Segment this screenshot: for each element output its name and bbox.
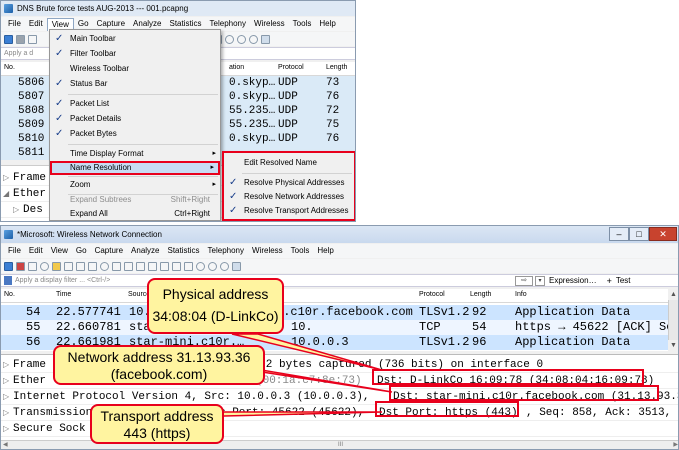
callout-title: Network address 31.13.93.36 — [67, 349, 251, 365]
callout-value: (facebook.com) — [110, 366, 208, 382]
network-address-callout: Network address 31.13.93.36 (facebook.co… — [53, 345, 265, 385]
callout-value: 34:08:04 (D-LinkCo) — [152, 308, 279, 324]
physical-address-callout: Physical address 34:08:04 (D-LinkCo) — [147, 278, 284, 334]
callout-title: Transport address — [100, 408, 214, 424]
callout-value: 443 (https) — [123, 425, 191, 441]
transport-address-callout: Transport address 443 (https) — [90, 404, 224, 444]
callout-title: Physical address — [162, 286, 269, 302]
